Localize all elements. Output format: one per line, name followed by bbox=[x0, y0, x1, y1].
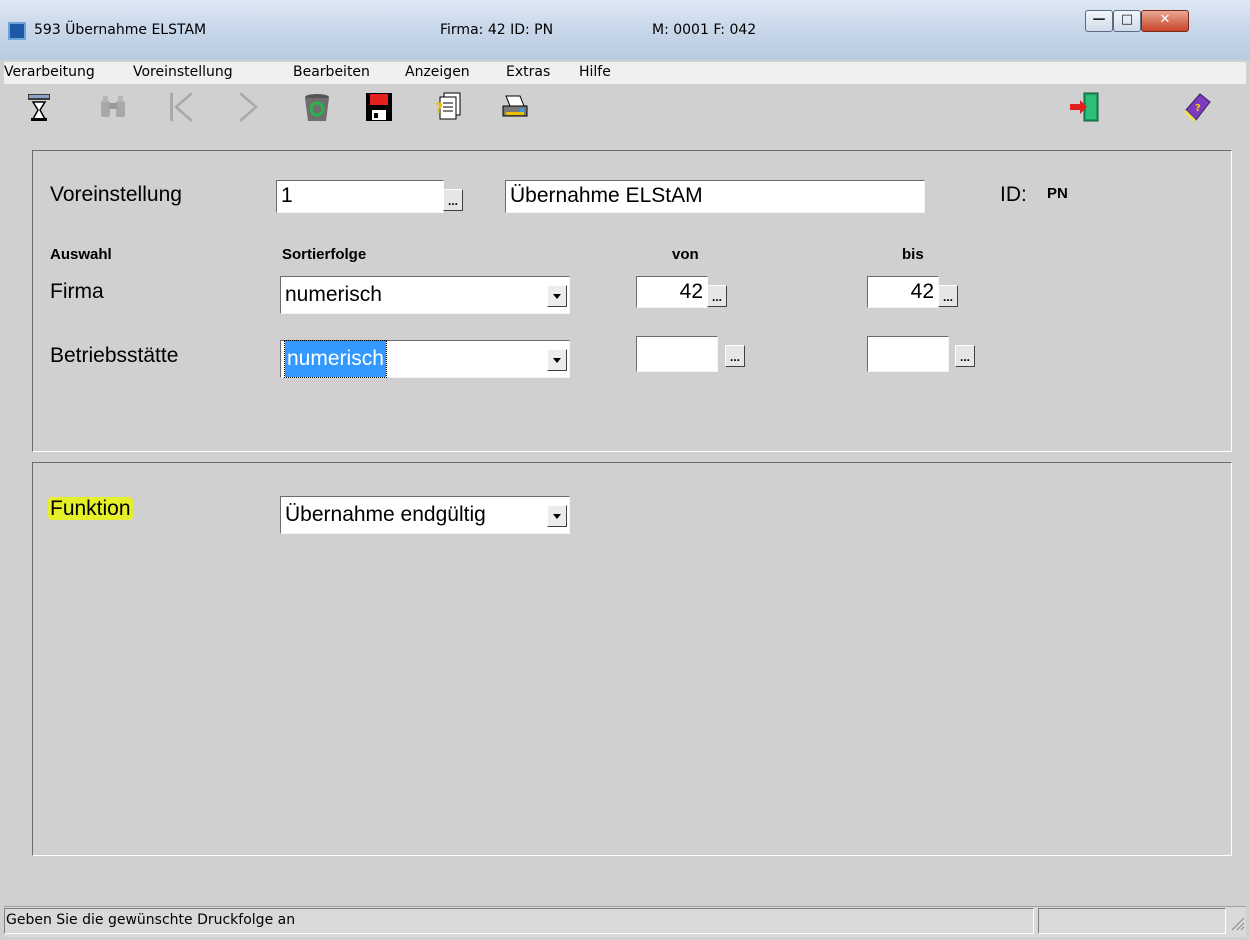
title-firma-info: Firma: 42 ID: PN bbox=[440, 22, 554, 38]
funktion-label: Funktion bbox=[48, 497, 133, 521]
firma-bis-lookup-button[interactable]: ... bbox=[938, 285, 958, 307]
betriebsstaette-sort-value: numerisch bbox=[284, 340, 387, 378]
voreinstellung-label: Voreinstellung bbox=[50, 183, 182, 206]
betriebsstaette-von-input[interactable] bbox=[636, 336, 718, 372]
title-m-info: M: 0001 F: 042 bbox=[652, 22, 757, 38]
id-value: PN bbox=[1047, 185, 1068, 202]
maximize-icon: □ bbox=[1120, 12, 1134, 27]
voreinstellung-lookup-button[interactable]: ... bbox=[443, 189, 463, 211]
app-icon[interactable] bbox=[8, 22, 26, 40]
menu-voreinstellung[interactable]: Voreinstellung bbox=[133, 64, 233, 80]
betriebsstaette-von-lookup-button[interactable]: ... bbox=[725, 345, 745, 367]
id-label: ID: bbox=[1000, 183, 1027, 206]
svg-text:?: ? bbox=[435, 101, 443, 117]
menu-hilfe[interactable]: Hilfe bbox=[579, 64, 611, 80]
status-text: Geben Sie die gewünschte Druckfolge an bbox=[6, 912, 296, 928]
close-button[interactable]: ✕ bbox=[1141, 10, 1189, 32]
auswahl-header: Auswahl bbox=[50, 246, 112, 263]
recycle-icon[interactable] bbox=[300, 90, 334, 124]
documents-icon[interactable]: ? bbox=[432, 90, 466, 124]
chevron-down-icon[interactable] bbox=[547, 285, 567, 307]
chevron-down-icon[interactable] bbox=[547, 349, 567, 371]
resize-grip-icon[interactable] bbox=[1228, 914, 1246, 932]
window-title: 593 Übernahme ELSTAM bbox=[34, 22, 207, 38]
von-header: von bbox=[672, 246, 699, 263]
svg-text:?: ? bbox=[1195, 103, 1201, 114]
minimize-button[interactable]: — bbox=[1085, 10, 1113, 32]
close-icon: ✕ bbox=[1159, 12, 1171, 27]
maximize-button[interactable]: □ bbox=[1113, 10, 1141, 32]
menu-bar: Verarbeitung Voreinstellung Bearbeiten A… bbox=[4, 62, 1246, 84]
betriebsstaette-sort-select[interactable]: numerisch bbox=[280, 340, 570, 378]
funktion-value: Übernahme endgültig bbox=[285, 503, 486, 526]
betriebsstaette-label: Betriebsstätte bbox=[50, 344, 179, 367]
betriebsstaette-bis-lookup-button[interactable]: ... bbox=[955, 345, 975, 367]
funktion-select[interactable]: Übernahme endgültig bbox=[280, 496, 570, 534]
menu-anzeigen[interactable]: Anzeigen bbox=[405, 64, 470, 80]
firma-sort-value: numerisch bbox=[285, 283, 382, 306]
previous-icon bbox=[164, 90, 198, 124]
status-panel-side bbox=[1038, 908, 1226, 934]
hourglass-icon[interactable] bbox=[22, 90, 56, 124]
firma-bis-input[interactable]: 42 bbox=[867, 276, 939, 308]
firma-von-input[interactable]: 42 bbox=[636, 276, 708, 308]
chevron-down-icon[interactable] bbox=[547, 505, 567, 527]
firma-label: Firma bbox=[50, 280, 104, 303]
minimize-icon: — bbox=[1092, 12, 1106, 27]
exit-icon[interactable] bbox=[1068, 90, 1102, 124]
next-icon bbox=[232, 90, 266, 124]
funktion-label-text: Funktion bbox=[48, 497, 133, 520]
bis-header: bis bbox=[902, 246, 924, 263]
menu-verarbeitung[interactable]: Verarbeitung bbox=[4, 64, 95, 80]
voreinstellung-name-input[interactable]: Übernahme ELStAM bbox=[505, 180, 925, 213]
menu-extras[interactable]: Extras bbox=[506, 64, 550, 80]
print-icon[interactable] bbox=[498, 90, 532, 124]
save-icon[interactable] bbox=[362, 90, 396, 124]
function-groupbox bbox=[32, 462, 1232, 856]
voreinstellung-number-input[interactable]: 1 bbox=[276, 180, 444, 213]
menu-bearbeiten[interactable]: Bearbeiten bbox=[293, 64, 370, 80]
firma-von-lookup-button[interactable]: ... bbox=[707, 285, 727, 307]
sortierfolge-header: Sortierfolge bbox=[282, 246, 367, 263]
toolbar: ? ? bbox=[4, 84, 1246, 126]
binoculars-icon bbox=[96, 90, 130, 124]
help-book-icon[interactable]: ? bbox=[1180, 90, 1214, 124]
betriebsstaette-bis-input[interactable] bbox=[867, 336, 949, 372]
firma-sort-select[interactable]: numerisch bbox=[280, 276, 570, 314]
